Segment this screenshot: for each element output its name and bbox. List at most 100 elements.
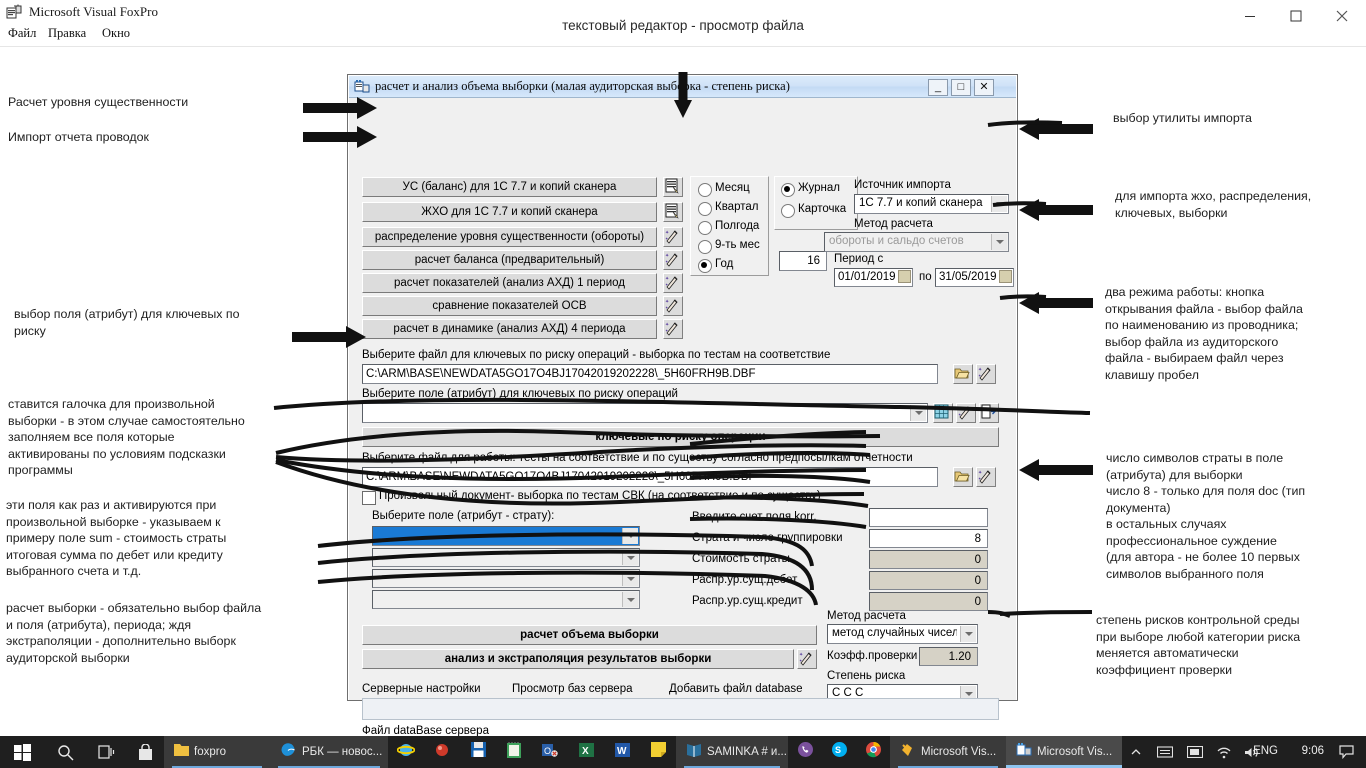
taskbar-item-foxpro-folder[interactable]: foxpro	[164, 736, 270, 768]
calc-method-combo[interactable]: метод случайных чисел	[827, 624, 978, 644]
param-label-korr: Введите счет поля korr.	[692, 511, 817, 523]
strata-field-combo-2[interactable]	[372, 548, 640, 567]
radio-quarter[interactable]: Квартал	[698, 201, 758, 216]
button-dynamics-calc[interactable]: расчет в динамике (анализ АХД) 4 периода	[362, 319, 657, 339]
keyboard-icon[interactable]	[1150, 736, 1180, 768]
analysis-button[interactable]: анализ и экстраполяция результатов выбор…	[362, 649, 794, 669]
period-to-field[interactable]: 31/05/2019	[935, 268, 1014, 287]
magic-wand-icon-4[interactable]: ✦ ✦	[663, 296, 683, 316]
taskbar-item-edge-rbc[interactable]: РБК — новос...	[270, 736, 388, 768]
chevron-down-icon[interactable]	[991, 196, 1007, 212]
import-list-icon[interactable]	[663, 177, 683, 197]
chrome-icon	[865, 741, 882, 763]
strata-field-combo-1[interactable]	[372, 526, 640, 546]
chevron-down-icon-3[interactable]	[910, 405, 926, 421]
taskbar-item-skype[interactable]: S	[822, 736, 856, 768]
taskbar-item-visual-studio[interactable]: Microsoft Vis...	[890, 736, 1006, 768]
magic-wand-icon-5[interactable]: ✦ ✦	[663, 319, 683, 339]
taskbar-item-internet-explorer[interactable]	[388, 736, 424, 768]
param-field-strata-group[interactable]: 8	[869, 529, 988, 548]
radio-journal[interactable]: Журнал	[781, 182, 840, 197]
exit-door-icon[interactable]	[979, 403, 999, 423]
chevron-up-icon[interactable]	[1122, 736, 1150, 768]
taskbar-item-excel[interactable]: X	[568, 736, 604, 768]
dialog-titlebar[interactable]: расчет и анализ объема выборки (малая ау…	[349, 76, 1016, 98]
chevron-down-icon-8[interactable]	[960, 626, 976, 642]
magic-wand-icon-7[interactable]: ✦ ✦	[956, 403, 976, 423]
key-risk-field-combo[interactable]	[362, 403, 928, 423]
radio-card[interactable]: Карточка	[781, 203, 846, 218]
task-view-icon[interactable]	[86, 736, 126, 768]
dialog-close-button[interactable]: ✕	[974, 79, 994, 96]
link-view-server-dbs[interactable]: Просмотр баз сервера	[512, 683, 632, 695]
magic-wand-icon-9[interactable]: ✦ ✦	[797, 649, 817, 669]
period-from-field[interactable]: 01/01/2019	[834, 268, 913, 287]
year-count-field[interactable]: 16	[779, 251, 827, 271]
import-source-combo[interactable]: 1С 7.7 и копий сканера	[854, 194, 1009, 214]
dialog-minimize-button[interactable]: _	[928, 79, 948, 96]
calc-method-top-combo[interactable]: обороты и сальдо счетов	[824, 232, 1009, 252]
annotation-left-6: расчет выборки - обязательно выбор файла…	[6, 601, 262, 665]
calc-sample-button[interactable]: расчет объема выборки	[362, 625, 817, 645]
run-key-risk-button[interactable]: ключевые по риску операции	[362, 427, 999, 447]
button-calc-indicators[interactable]: расчет показателей (анализ АХД) 1 период	[362, 273, 657, 293]
taskbar-item-notepad[interactable]	[496, 736, 532, 768]
taskbar-clock[interactable]: 9:06	[1302, 745, 1324, 757]
taskbar-item-red-app[interactable]	[424, 736, 460, 768]
chevron-down-icon-7[interactable]	[622, 592, 638, 607]
calendar-icon-to[interactable]	[999, 270, 1012, 283]
button-calc-balance[interactable]: расчет баланса (предварительный)	[362, 250, 657, 270]
link-server-settings[interactable]: Серверные настройки	[362, 683, 481, 695]
taskbar-item-word[interactable]: W	[604, 736, 640, 768]
grid-table-icon[interactable]	[933, 403, 953, 423]
dialog-maximize-button[interactable]: □	[951, 79, 971, 96]
display-icon[interactable]	[1180, 736, 1210, 768]
magic-wand-icon-2[interactable]: ✦ ✦	[663, 250, 683, 270]
radio-year[interactable]: Год	[698, 258, 733, 273]
taskbar-item-chrome[interactable]	[856, 736, 890, 768]
radio-halfyear[interactable]: Полгода	[698, 220, 759, 235]
calendar-icon-from[interactable]	[898, 270, 911, 283]
button-zho-import[interactable]: ЖХО для 1С 7.7 и копий сканера	[362, 202, 657, 222]
radio-9months[interactable]: 9-ть мес	[698, 239, 760, 254]
strata-field-combo-3[interactable]	[372, 569, 640, 588]
annotation-left-5: эти поля как раз и активируются при прои…	[6, 498, 227, 578]
taskbar-item-viber[interactable]	[788, 736, 822, 768]
button-us-balance[interactable]: УС (баланс) для 1С 7.7 и копий сканера	[362, 177, 657, 197]
open-folder-icon-2[interactable]	[953, 467, 973, 487]
taskbar-item-sticky-notes[interactable]	[640, 736, 676, 768]
wifi-icon[interactable]	[1210, 736, 1238, 768]
magic-wand-icon-6[interactable]: ✦ ✦	[976, 364, 996, 384]
search-icon[interactable]	[44, 736, 86, 768]
chevron-down-icon-5[interactable]	[622, 550, 638, 565]
param-field-korr[interactable]	[869, 508, 988, 527]
taskbar-item-foxpro-active[interactable]: Microsoft Vis...	[1006, 736, 1122, 768]
import-list-icon-2[interactable]	[663, 202, 683, 222]
work-file-field[interactable]: C:\ARM\BASE\NEWDATA5GO17O4BJ170420192022…	[362, 467, 938, 487]
chevron-down-icon-4[interactable]	[622, 528, 638, 544]
windows-start-icon[interactable]	[0, 736, 44, 768]
param-label-credit: Распр.ур.сущ.кредит	[692, 595, 803, 607]
annotation-left-1: Расчет уровня существенности	[8, 95, 189, 109]
radio-month[interactable]: Месяц	[698, 182, 750, 197]
key-risk-file-field[interactable]: C:\ARM\BASE\NEWDATA5GO17O4BJ170420192022…	[362, 364, 938, 384]
open-folder-icon-1[interactable]	[953, 364, 973, 384]
store-icon[interactable]	[126, 736, 164, 768]
chevron-down-icon-6[interactable]	[622, 571, 638, 586]
server-settings-field[interactable]	[362, 698, 999, 720]
taskbar-item-save-app[interactable]	[460, 736, 496, 768]
annotation-right-2: для импорта жхо, распределения, ключевых…	[1115, 189, 1312, 220]
magic-wand-icon-3[interactable]: ✦ ✦	[663, 273, 683, 293]
chevron-down-icon-2[interactable]	[991, 234, 1007, 250]
taskbar-item-outlook[interactable]: O	[532, 736, 568, 768]
strata-field-combo-4[interactable]	[372, 590, 640, 609]
free-document-checkbox[interactable]: Произвольный документ- выборка по тестам…	[362, 490, 821, 505]
notification-icon[interactable]	[1332, 736, 1360, 768]
magic-wand-icon-1[interactable]: ✦ ✦	[663, 227, 683, 247]
link-add-database[interactable]: Добавить файл database	[669, 683, 803, 695]
taskbar-item-saminka[interactable]: SAMINKA # и...	[676, 736, 788, 768]
magic-wand-icon-8[interactable]: ✦ ✦	[976, 467, 996, 487]
taskbar-language[interactable]: ENG	[1253, 745, 1278, 757]
button-distribute-level[interactable]: распределение уровня существенности (обо…	[362, 227, 657, 247]
button-compare-osv[interactable]: сравнение показателей ОСВ	[362, 296, 657, 316]
